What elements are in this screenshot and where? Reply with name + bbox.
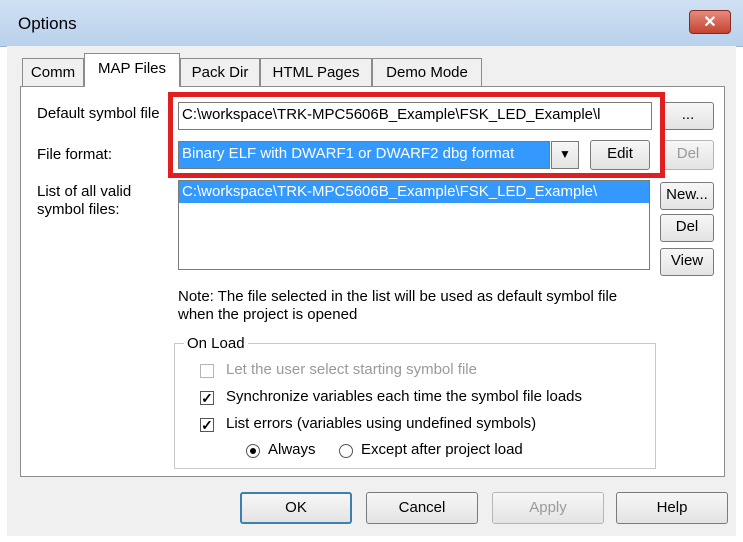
help-button[interactable]: Help (616, 492, 728, 524)
sync-vars-checkbox[interactable]: ✓ (200, 391, 214, 405)
symbol-files-list[interactable]: C:\workspace\TRK-MPC5606B_Example\FSK_LE… (178, 180, 650, 270)
del-button[interactable]: Del (660, 214, 714, 242)
del-format-button[interactable]: Del (662, 140, 714, 170)
tab-comm[interactable]: Comm (22, 58, 84, 86)
edit-button[interactable]: Edit (590, 140, 650, 170)
close-button[interactable]: ✕ (689, 10, 731, 34)
list-item[interactable]: C:\workspace\TRK-MPC5606B_Example\FSK_LE… (179, 181, 649, 203)
view-button[interactable]: View (660, 248, 714, 276)
checkmark-icon: ✓ (201, 390, 213, 406)
apply-button[interactable]: Apply (492, 492, 604, 524)
ok-button[interactable]: OK (240, 492, 352, 524)
dropdown-arrow-icon[interactable]: ▼ (551, 141, 579, 169)
sync-vars-label: Synchronize variables each time the symb… (226, 388, 583, 405)
default-symbol-file-input[interactable]: C:\workspace\TRK-MPC5606B_Example\FSK_LE… (178, 102, 652, 130)
radio-selected-dot (250, 448, 256, 454)
tab-demo-mode[interactable]: Demo Mode (372, 58, 482, 86)
tab-pack-dir[interactable]: Pack Dir (180, 58, 260, 86)
new-button[interactable]: New... (660, 182, 714, 210)
file-format-label: File format: (37, 146, 113, 163)
file-format-select[interactable]: Binary ELF with DWARF1 or DWARF2 dbg for… (178, 141, 550, 169)
always-radio[interactable] (246, 444, 260, 458)
tab-html-pages[interactable]: HTML Pages (260, 58, 372, 86)
list-label-line1: List of all valid (37, 183, 132, 200)
except-after-radio[interactable] (339, 444, 353, 458)
let-user-select-checkbox[interactable] (200, 364, 214, 378)
checkmark-icon: ✓ (201, 417, 213, 433)
always-label: Always (268, 441, 316, 458)
title-bar (0, 0, 743, 47)
list-errors-checkbox[interactable]: ✓ (200, 418, 214, 432)
on-load-title: On Load (184, 335, 248, 352)
note-line1: Note: The file selected in the list will… (178, 288, 618, 305)
window-title: Options (18, 14, 77, 33)
list-errors-label: List errors (variables using undefined s… (226, 415, 537, 432)
tab-map-files[interactable]: MAP Files (84, 53, 180, 87)
list-label-line2: symbol files: (37, 201, 120, 218)
let-user-select-label: Let the user select starting symbol file (226, 361, 477, 378)
note-line2: when the project is opened (178, 306, 358, 323)
except-after-label: Except after project load (361, 441, 523, 458)
default-symbol-file-label: Default symbol file (37, 105, 160, 122)
cancel-button[interactable]: Cancel (366, 492, 478, 524)
browse-button[interactable]: ... (662, 102, 714, 130)
